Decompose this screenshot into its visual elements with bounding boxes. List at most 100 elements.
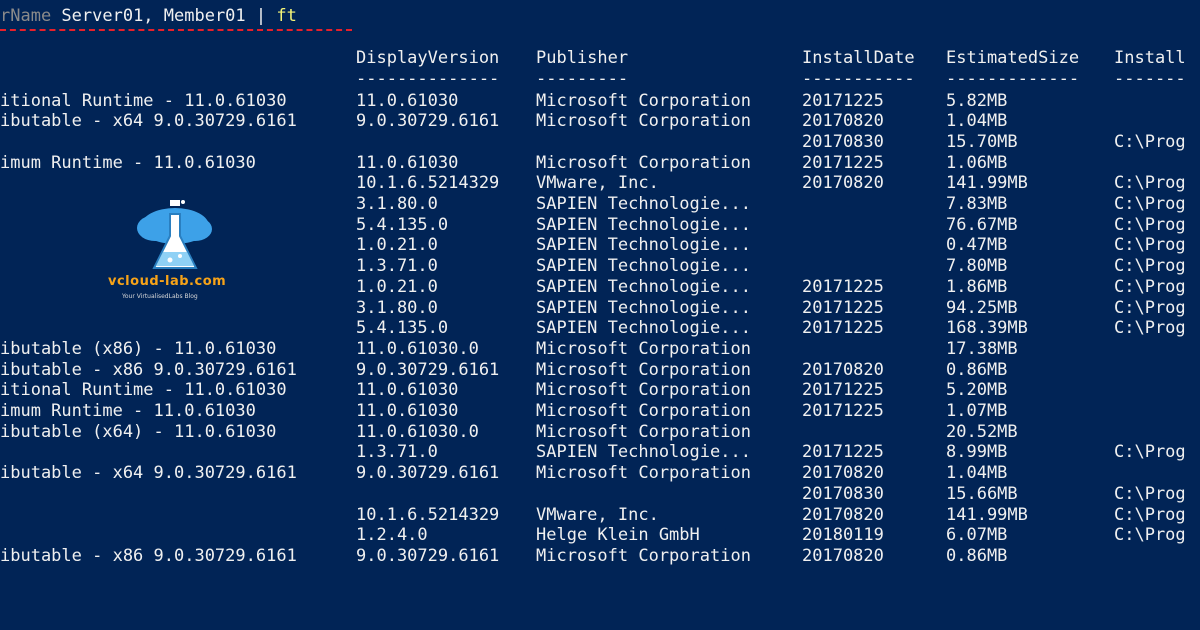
row-display-version: 11.0.61030 — [356, 380, 459, 401]
row-estimated-size: 7.83MB — [946, 194, 1008, 214]
command-line: rName Server01, Member01 | ft — [0, 6, 297, 27]
row-estimated-size: 168.39MB — [946, 318, 1028, 339]
row-display-version: 9.0.30729.6161 — [356, 359, 500, 380]
row-display-version: 5.4.135.0 — [356, 318, 449, 339]
row-install-location: C:\Prog — [1114, 276, 1186, 297]
row-estimated-size: 141.99MB — [946, 504, 1028, 525]
row-display-name: itional Runtime - 11.0.61030 — [0, 90, 287, 111]
row-estimated-size: 20.52MB — [946, 421, 1018, 442]
row-install-date: 20171225 — [802, 297, 884, 318]
row-publisher: Microsoft Corporation — [536, 90, 751, 111]
row-estimated-size: 17.38MB — [946, 338, 1018, 359]
row-display-version: 10.1.6.5214329 — [356, 173, 500, 194]
row-display-name: imum Runtime - 11.0.61030 — [0, 152, 256, 173]
row-install-location: C:\Prog — [1114, 483, 1186, 504]
row-estimated-size: 5.20MB — [946, 380, 1008, 401]
row-install-date: 20170830 — [802, 483, 884, 504]
row-display-version: 1.3.71.0 — [356, 442, 438, 463]
command-arguments: Server01, Member01 — [51, 6, 256, 26]
row-display-name: ibutable - x64 9.0.30729.6161 — [0, 111, 297, 132]
row-estimated-size: 1.04MB — [946, 463, 1008, 484]
row-install-location: C:\Prog — [1114, 504, 1186, 525]
separator-publisher: --------- — [536, 69, 629, 89]
row-estimated-size: 6.07MB — [946, 525, 1008, 546]
separator-install-location: ------- — [1114, 69, 1186, 89]
row-install-date: 20170820 — [802, 504, 884, 525]
row-install-date: 20171225 — [802, 380, 884, 401]
row-display-version: 3.1.80.0 — [356, 194, 438, 214]
row-publisher: SAPIEN Technologie... — [536, 256, 751, 277]
header-install-location: Install — [1114, 48, 1186, 68]
powershell-console[interactable]: rName Server01, Member01 | ft DisplayVer… — [0, 0, 1200, 630]
row-install-location: C:\Prog — [1114, 297, 1186, 318]
row-estimated-size: 15.66MB — [946, 483, 1018, 504]
header-estimated-size: EstimatedSize — [946, 48, 1080, 68]
row-display-name: ibutable (x64) - 11.0.61030 — [0, 421, 277, 442]
pipe-symbol: | — [255, 6, 277, 26]
row-install-location: C:\Prog — [1114, 318, 1186, 339]
row-publisher: SAPIEN Technologie... — [536, 297, 751, 318]
watermark-tagline: Your VirtualisedLabs Blog — [122, 293, 198, 300]
row-display-version: 3.1.80.0 — [356, 297, 438, 318]
row-publisher: SAPIEN Technologie... — [536, 276, 751, 297]
row-display-version: 11.0.61030.0 — [356, 338, 479, 359]
row-estimated-size: 141.99MB — [946, 173, 1028, 194]
row-estimated-size: 1.06MB — [946, 152, 1008, 173]
row-display-version: 9.0.30729.6161 — [356, 463, 500, 484]
row-publisher: Helge Klein GmbH — [536, 525, 700, 546]
row-publisher: Microsoft Corporation — [536, 380, 751, 401]
separator-install-date: ----------- — [802, 69, 915, 89]
header-install-date: InstallDate — [802, 48, 915, 68]
row-install-location: C:\Prog — [1114, 235, 1186, 256]
row-display-name: ibutable (x86) - 11.0.61030 — [0, 338, 277, 359]
row-estimated-size: 5.82MB — [946, 90, 1008, 111]
row-publisher: Microsoft Corporation — [536, 152, 751, 173]
row-install-location: C:\Prog — [1114, 214, 1186, 235]
separator-display-version: -------------- — [356, 69, 500, 89]
row-install-date: 20171225 — [802, 442, 884, 463]
row-install-location: C:\Prog — [1114, 256, 1186, 277]
row-publisher: Microsoft Corporation — [536, 338, 751, 359]
row-install-date: 20171225 — [802, 152, 884, 173]
row-display-version: 11.0.61030.0 — [356, 421, 479, 442]
row-install-date: 20180119 — [802, 525, 884, 546]
row-estimated-size: 0.86MB — [946, 359, 1008, 380]
row-publisher: SAPIEN Technologie... — [536, 318, 751, 339]
row-display-version: 9.0.30729.6161 — [356, 545, 500, 566]
format-table-command: ft — [276, 6, 297, 26]
cloud-flask-logo-icon — [137, 200, 212, 269]
row-install-location: C:\Prog — [1114, 173, 1186, 194]
row-install-date: 20171225 — [802, 90, 884, 111]
row-publisher: SAPIEN Technologie... — [536, 235, 751, 256]
row-display-version: 9.0.30729.6161 — [356, 111, 500, 132]
row-display-name: itional Runtime - 11.0.61030 — [0, 380, 287, 401]
row-install-date: 20170820 — [802, 173, 884, 194]
row-display-name: ibutable - x86 9.0.30729.6161 — [0, 359, 297, 380]
row-estimated-size: 1.04MB — [946, 111, 1008, 132]
row-install-date: 20170820 — [802, 463, 884, 484]
row-display-version: 11.0.61030 — [356, 152, 459, 173]
row-publisher: SAPIEN Technologie... — [536, 194, 751, 214]
row-display-version: 11.0.61030 — [356, 90, 459, 111]
row-publisher: Microsoft Corporation — [536, 111, 751, 132]
row-install-date: 20170820 — [802, 545, 884, 566]
header-publisher: Publisher — [536, 48, 629, 68]
row-display-version: 1.0.21.0 — [356, 276, 438, 297]
row-publisher: Microsoft Corporation — [536, 359, 751, 380]
row-install-date: 20170830 — [802, 131, 884, 152]
row-publisher: Microsoft Corporation — [536, 545, 751, 566]
command-underline-marker — [0, 29, 352, 31]
row-estimated-size: 76.67MB — [946, 214, 1018, 235]
row-display-version: 1.2.4.0 — [356, 525, 428, 546]
separator-estimated-size: ------------- — [946, 69, 1080, 89]
row-estimated-size: 15.70MB — [946, 131, 1018, 152]
command-parameter: rName — [0, 6, 52, 26]
row-install-date: 20171225 — [802, 401, 884, 421]
row-estimated-size: 94.25MB — [946, 297, 1018, 318]
row-publisher: SAPIEN Technologie... — [536, 442, 751, 463]
row-estimated-size: 0.86MB — [946, 545, 1008, 566]
row-publisher: Microsoft Corporation — [536, 463, 751, 484]
vcloud-lab-watermark: vcloud-lab.com Your VirtualisedLabs Blog — [100, 196, 250, 306]
header-display-version: DisplayVersion — [356, 48, 500, 68]
row-install-date: 20170820 — [802, 111, 884, 132]
